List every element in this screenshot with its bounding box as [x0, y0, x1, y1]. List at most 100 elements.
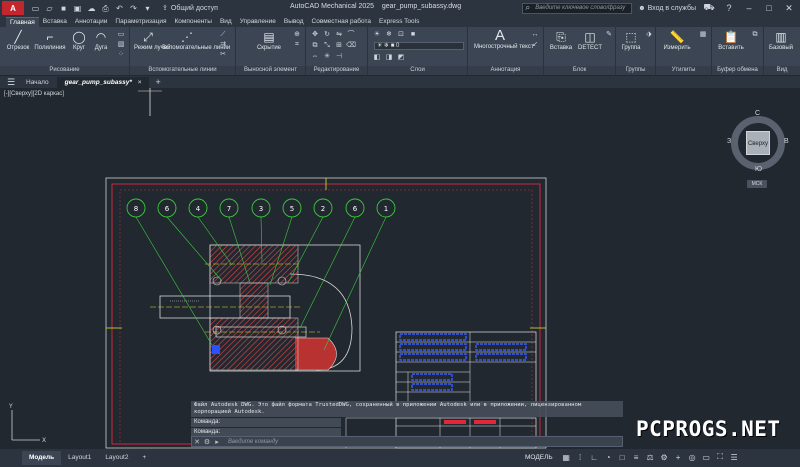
- ribbon-tab-5[interactable]: Вид: [216, 17, 236, 27]
- layer-match-icon[interactable]: ◨: [384, 54, 394, 62]
- plus-icon[interactable]: +: [674, 453, 683, 462]
- ray-mode-tool[interactable]: ⤢ Режим лучей: [134, 30, 170, 51]
- close-icon[interactable]: ✕: [782, 3, 796, 14]
- group-tool[interactable]: ⬚ Группа: [618, 30, 644, 51]
- layout-tab-0[interactable]: Модель: [22, 451, 62, 465]
- workspace-icon[interactable]: ⚙: [660, 453, 669, 462]
- active-file-tab[interactable]: gear_pump_subassy* ×: [56, 76, 150, 88]
- layer-lock-icon[interactable]: ⊡: [396, 31, 406, 39]
- start-tab[interactable]: Начало: [18, 77, 57, 88]
- viewcube-west[interactable]: З: [727, 138, 731, 145]
- layout-tab-1[interactable]: Layout1: [61, 451, 98, 465]
- command-input[interactable]: ✕ ⚙ ▸ Введите команду: [191, 436, 623, 447]
- ribbon-tab-8[interactable]: Совместная работа: [308, 17, 375, 27]
- copy-clip-icon[interactable]: ⧉: [750, 31, 760, 39]
- fullscreen-icon[interactable]: ⛶: [716, 452, 725, 462]
- command-settings-icon[interactable]: ⚙: [202, 438, 212, 446]
- ribbon-tab-2[interactable]: Аннотации: [71, 17, 112, 27]
- panel-construction-title[interactable]: Вспомогательные линии: [130, 66, 235, 75]
- hatch-icon[interactable]: ▧: [116, 41, 126, 49]
- trim-icon[interactable]: ✂: [218, 51, 228, 59]
- ribbon-tab-3[interactable]: Параметризация: [111, 17, 170, 27]
- customize-icon[interactable]: ☰: [730, 453, 739, 462]
- polar-icon[interactable]: ◔: [604, 453, 613, 462]
- ribbon-tab-4[interactable]: Компоненты: [171, 17, 216, 27]
- tab-close-icon[interactable]: ×: [138, 79, 142, 86]
- lineweight-icon[interactable]: ≡: [632, 453, 641, 462]
- panel-draw-title[interactable]: Рисование: [0, 66, 129, 75]
- save-icon[interactable]: ■: [59, 4, 68, 13]
- xline-icon[interactable]: ⟋: [218, 31, 228, 39]
- viewcube-north[interactable]: С: [755, 110, 760, 117]
- leader-icon[interactable]: ↙: [530, 41, 540, 49]
- print-icon[interactable]: ⎙: [101, 4, 110, 13]
- snap-icon[interactable]: ⁞: [576, 453, 585, 462]
- insert-tool[interactable]: ⎘ Вставка: [546, 30, 576, 51]
- new-file-icon[interactable]: ▭: [31, 4, 40, 13]
- panel-clipboard-title[interactable]: Буфер обмена: [712, 66, 763, 75]
- rotate-icon[interactable]: ↻: [322, 31, 332, 39]
- dots-icon[interactable]: ⁘: [116, 51, 126, 59]
- ribbon-tab-1[interactable]: Вставка: [39, 17, 71, 27]
- array-icon[interactable]: ⊞: [334, 42, 344, 50]
- help-icon[interactable]: ?: [722, 3, 736, 13]
- panel-modify-title[interactable]: Редактирование: [306, 66, 367, 75]
- move-icon[interactable]: ✥: [310, 31, 320, 39]
- panel-view-title[interactable]: Вид: [764, 66, 800, 75]
- more-icon[interactable]: ▾: [143, 4, 152, 13]
- wcs-menu[interactable]: МСК: [747, 180, 767, 188]
- viewcube[interactable]: Сверху С Ю З В МСК: [727, 110, 789, 188]
- ortho-icon[interactable]: ∟: [590, 453, 599, 462]
- line-tool[interactable]: ╱ Отрезок: [6, 30, 30, 51]
- base-view-tool[interactable]: ▥ Базовый: [766, 30, 796, 51]
- layer-freeze-icon[interactable]: ❄: [384, 31, 394, 39]
- osnap-icon[interactable]: □: [618, 453, 627, 462]
- trim2-icon[interactable]: ⊣: [334, 53, 344, 61]
- layer-color-icon[interactable]: ■: [408, 31, 418, 39]
- mirror-icon[interactable]: ⇋: [334, 31, 344, 39]
- panel-block-title[interactable]: Блок: [544, 66, 615, 75]
- redo-icon[interactable]: ↷: [129, 4, 138, 13]
- cart-icon[interactable]: ⛟: [702, 2, 716, 14]
- save-as-icon[interactable]: ▣: [73, 4, 82, 13]
- isolate-icon[interactable]: ◎: [688, 453, 697, 462]
- rectangle-icon[interactable]: ▭: [116, 31, 126, 39]
- add-layout-button[interactable]: +: [135, 451, 153, 465]
- detect-tool[interactable]: ◫ DETECT: [576, 30, 604, 51]
- detail-icon[interactable]: ⊕: [292, 31, 302, 39]
- cloud-icon[interactable]: ☁: [87, 4, 96, 13]
- ungroup-icon[interactable]: ⬗: [644, 31, 654, 39]
- section-icon[interactable]: ⌗: [292, 41, 302, 49]
- minimize-icon[interactable]: –: [742, 3, 756, 13]
- share-button[interactable]: ⇪ Общий доступ: [162, 4, 218, 13]
- new-tab-button[interactable]: +: [149, 77, 166, 87]
- arc-tool[interactable]: ◠ Дуга: [92, 30, 110, 51]
- calc-icon[interactable]: ▦: [698, 31, 708, 39]
- drawing-canvas[interactable]: [-][Сверху][2D каркас] Y X 8 6 4 7 3 5 2…: [0, 88, 800, 449]
- stretch-icon[interactable]: ⇔: [310, 53, 320, 61]
- layer-dropdown[interactable]: ☀ ❄ ■ 0: [374, 42, 464, 50]
- hide-tool[interactable]: ▤ Скрытие: [254, 30, 284, 51]
- scale-icon[interactable]: ⤡: [322, 42, 332, 50]
- block-edit-icon[interactable]: ✎: [604, 31, 614, 39]
- layer-bulb-icon[interactable]: ☀: [372, 31, 382, 39]
- model-space-toggle[interactable]: МОДЕЛЬ: [525, 454, 553, 461]
- paste-tool[interactable]: 📋 Вставить: [716, 30, 746, 51]
- explode-icon[interactable]: ✳: [322, 53, 332, 61]
- fillet-icon[interactable]: ⌒: [346, 31, 356, 39]
- panel-groups-title[interactable]: Группы: [616, 66, 655, 75]
- grid-icon[interactable]: ▦: [562, 453, 571, 462]
- offset-icon[interactable]: ⇉: [218, 41, 228, 49]
- viewcube-east[interactable]: В: [784, 138, 789, 145]
- hamburger-icon[interactable]: ☰: [4, 77, 18, 88]
- login-button[interactable]: ☻ Вход в службы: [638, 5, 696, 12]
- search-input[interactable]: Введите ключевое слово/фразу: [522, 2, 633, 14]
- ribbon-tab-6[interactable]: Управление: [236, 17, 280, 27]
- measure-tool[interactable]: 📏 Измерить: [660, 30, 694, 51]
- polyline-tool[interactable]: ⌐ Полилиния: [34, 30, 66, 51]
- ribbon-tab-0[interactable]: Главная: [6, 17, 39, 27]
- ribbon-tab-9[interactable]: Express Tools: [375, 17, 423, 27]
- layer-prev-icon[interactable]: ◧: [372, 54, 382, 62]
- aux-lines-tool[interactable]: ⋰ Вспомогательные линии: [162, 30, 230, 51]
- open-folder-icon[interactable]: ▱: [45, 4, 54, 13]
